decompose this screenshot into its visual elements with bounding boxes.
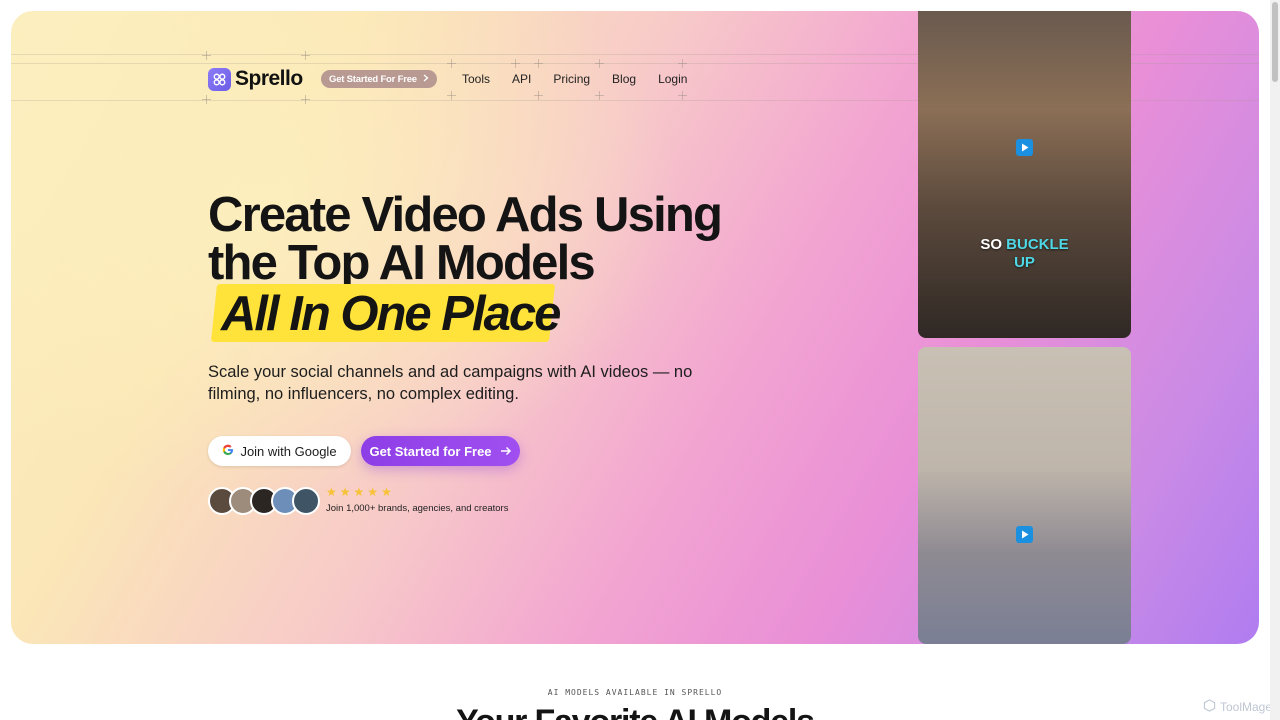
star-icon: ★ — [339, 485, 351, 499]
plus-decoration — [534, 91, 543, 100]
plus-decoration — [534, 59, 543, 68]
scrollbar-thumb[interactable] — [1272, 2, 1278, 82]
caption-line-2: UP — [1014, 254, 1035, 271]
nav-link-blog[interactable]: Blog — [612, 72, 636, 86]
arrow-right-icon — [500, 444, 512, 459]
plus-decoration — [202, 95, 211, 104]
headline-highlight: All In One Place — [221, 287, 561, 341]
play-icon[interactable] — [1016, 526, 1033, 543]
plus-decoration — [595, 91, 604, 100]
page-scrollbar[interactable] — [1270, 0, 1280, 720]
hero-section: Sprello Get Started For Free Tools API P… — [11, 11, 1259, 644]
primary-button-label: Get Started for Free — [369, 443, 492, 459]
nav-link-login[interactable]: Login — [658, 72, 687, 86]
hero-headline: Create Video Ads Using the Top AI Models — [208, 188, 723, 290]
star-icon: ★ — [326, 485, 337, 499]
avatar — [292, 487, 320, 515]
google-icon — [222, 444, 234, 459]
logo[interactable]: Sprello — [208, 67, 303, 91]
nav-link-tools[interactable]: Tools — [462, 72, 490, 86]
join-with-google-button[interactable]: Join with Google — [208, 436, 351, 466]
video-caption: SO BUCKLE UP — [918, 236, 1131, 272]
plus-decoration — [511, 59, 520, 68]
plus-decoration — [447, 91, 456, 100]
hero-subtext: Scale your social channels and ad campai… — [208, 363, 693, 403]
social-proof-text: Join 1,000+ brands, agencies, and creato… — [326, 503, 509, 514]
play-icon[interactable] — [1016, 139, 1033, 156]
chevron-right-icon — [423, 74, 429, 85]
caption-line-1: SO BUCKLE — [980, 236, 1069, 253]
plus-decoration — [301, 95, 310, 104]
nav-link-pricing[interactable]: Pricing — [553, 72, 590, 86]
nav-link-api[interactable]: API — [512, 72, 531, 86]
brand-name: Sprello — [235, 67, 303, 90]
main-nav: Tools API Pricing Blog Login — [462, 72, 709, 86]
watermark: ToolMage — [1203, 699, 1272, 715]
nav-cta-label: Get Started For Free — [329, 73, 417, 85]
sprello-logo-icon — [208, 67, 231, 91]
get-started-button[interactable]: Get Started for Free — [361, 436, 520, 466]
plus-decoration — [678, 59, 687, 68]
headline-line-1: Create Video Ads Using — [208, 188, 723, 242]
nav-get-started-button[interactable]: Get Started For Free — [321, 70, 437, 88]
watermark-icon — [1203, 699, 1216, 715]
section-title: Your Favorite AI Models — [0, 703, 1270, 720]
google-button-label: Join with Google — [240, 443, 337, 459]
section-label: AI MODELS AVAILABLE IN SPRELLO — [547, 688, 723, 697]
video-preview[interactable]: SO BUCKLE UP — [918, 11, 1131, 338]
watermark-text: ToolMage — [1220, 700, 1273, 714]
plus-decoration — [595, 59, 604, 68]
avatar-group — [208, 487, 320, 515]
plus-decoration — [301, 51, 310, 60]
rating-stars: ★ ★ ★ ★ ★ — [326, 486, 392, 498]
plus-decoration — [202, 51, 211, 60]
plus-decoration — [447, 59, 456, 68]
star-icon: ★ — [381, 485, 392, 499]
video-preview[interactable] — [918, 347, 1131, 644]
star-icon: ★ — [367, 485, 379, 499]
plus-decoration — [678, 91, 687, 100]
star-icon: ★ — [353, 485, 365, 499]
headline-line-2: the Top AI Models — [208, 236, 596, 290]
